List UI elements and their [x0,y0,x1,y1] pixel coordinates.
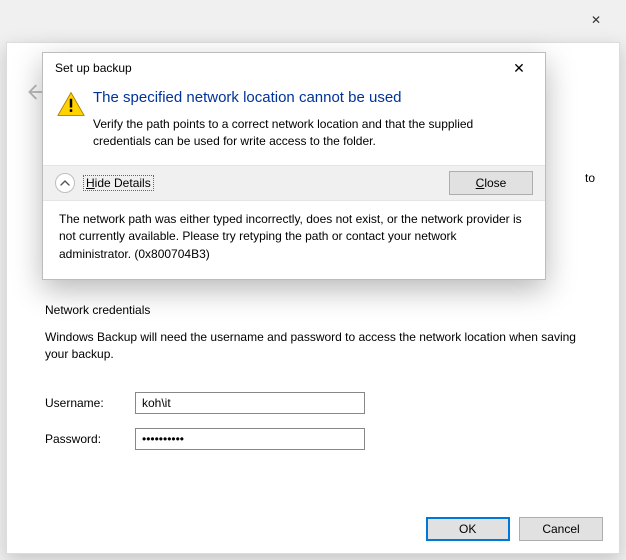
close-button[interactable]: Close [449,171,533,195]
wizard-button-bar: OK Cancel [420,517,603,541]
error-dialog: Set up backup ✕ The specified network lo… [42,52,546,280]
warning-icon [57,91,85,117]
dialog-heading: The specified network location cannot be… [93,89,529,106]
password-row: Password: [45,428,589,450]
dialog-close-button[interactable]: ✕ [499,56,539,80]
dialog-details-text: The network path was either typed incorr… [43,201,545,279]
username-row: Username: [45,392,589,414]
truncated-text-fragment: to [585,171,595,185]
dialog-message: Verify the path points to a correct netw… [93,116,529,151]
collapse-details-button[interactable] [55,173,75,193]
password-field[interactable] [135,428,365,450]
dialog-titlebar: Set up backup ✕ [43,53,545,83]
username-label: Username: [45,396,135,410]
hide-details-toggle[interactable]: Hide Details [83,175,154,191]
credentials-section-description: Windows Backup will need the username an… [45,329,589,364]
username-field[interactable] [135,392,365,414]
close-icon: ✕ [513,60,525,77]
background-window-close-button[interactable]: ✕ [574,6,618,34]
close-icon: ✕ [591,13,601,27]
dialog-title: Set up backup [55,61,499,75]
chevron-up-icon [60,178,70,188]
cancel-button[interactable]: Cancel [519,517,603,541]
dialog-command-row: Hide Details Close [43,165,545,201]
credentials-section-title: Network credentials [45,303,589,317]
ok-button[interactable]: OK [426,517,510,541]
password-label: Password: [45,432,135,446]
